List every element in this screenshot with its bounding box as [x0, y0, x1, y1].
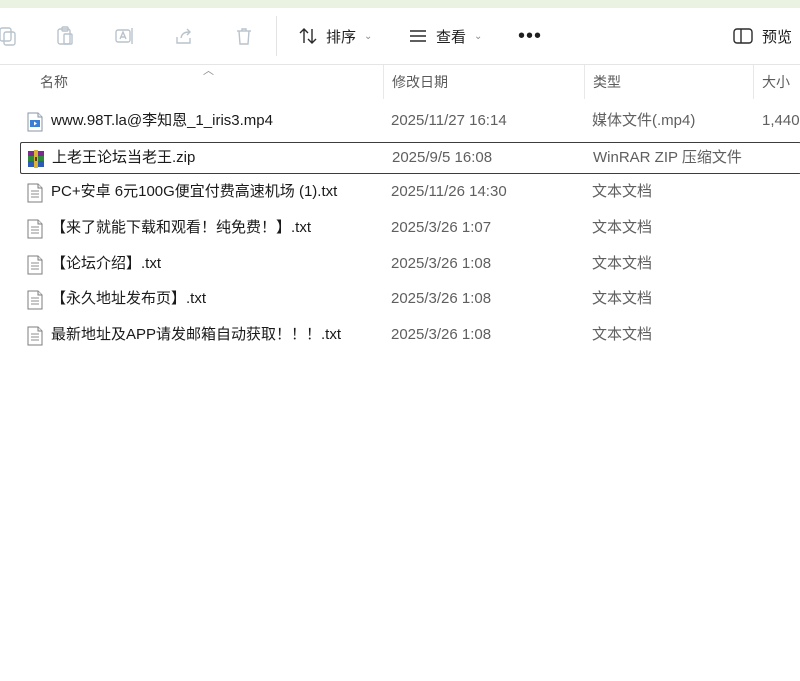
chevron-down-icon: ⌄ [364, 30, 373, 42]
file-date: 2025/3/26 1:08 [391, 255, 492, 272]
text-file-icon [27, 219, 43, 239]
more-options-button[interactable]: ••• [518, 20, 542, 52]
text-file-icon [27, 183, 43, 203]
file-row[interactable]: 【论坛介绍】.txt 2025/3/26 1:08 文本文档 [20, 247, 800, 281]
view-button[interactable]: 查看 ⌄ [408, 20, 482, 52]
column-resize-handle[interactable] [753, 65, 754, 99]
file-type: 媒体文件(.mp4) [592, 112, 696, 129]
text-file-icon [27, 326, 43, 346]
column-header-name[interactable]: 名称 [40, 65, 68, 99]
delete-icon[interactable] [231, 22, 257, 50]
file-row[interactable]: PC+安卓 6元100G便宜付费高速机场 (1).txt 2025/11/26 … [20, 175, 800, 209]
text-file-icon [27, 255, 43, 275]
preview-label: 预览 [762, 28, 793, 46]
file-type: 文本文档 [592, 255, 653, 272]
file-row[interactable]: 最新地址及APP请发邮箱自动获取！！！.txt 2025/3/26 1:08 文… [20, 318, 800, 352]
file-name: www.98T.la@李知恩_1_iris3.mp4 [51, 112, 273, 129]
file-date: 2025/3/26 1:07 [391, 219, 492, 236]
file-row[interactable]: 【来了就能下载和观看！纯免费！】.txt 2025/3/26 1:07 文本文档 [20, 211, 800, 245]
text-file-icon [27, 290, 43, 310]
view-list-icon [410, 30, 426, 42]
preview-pane-button[interactable]: 预览 [732, 20, 792, 52]
share-icon[interactable] [171, 22, 197, 50]
column-header-date[interactable]: 修改日期 [392, 65, 448, 99]
paste-icon[interactable] [52, 22, 78, 50]
sort-ascending-icon: ︿ [203, 65, 214, 77]
column-header-bar: ︿ 名称 修改日期 类型 大小 [0, 65, 800, 99]
file-row[interactable]: www.98T.la@李知恩_1_iris3.mp4 2025/11/27 16… [20, 104, 800, 138]
sort-button[interactable]: 排序 ⌄ [298, 20, 372, 52]
column-resize-handle[interactable] [383, 65, 384, 99]
command-bar: 排序 ⌄ 查看 ⌄ ••• 预览 [0, 8, 800, 65]
file-date: 2025/3/26 1:08 [391, 326, 492, 343]
file-name: 【永久地址发布页】.txt [51, 290, 207, 307]
sort-label: 排序 [326, 28, 357, 46]
rename-icon[interactable] [111, 22, 137, 50]
chevron-down-icon: ⌄ [474, 30, 483, 42]
file-name: 【来了就能下载和观看！纯免费！】.txt [51, 219, 312, 236]
file-name: PC+安卓 6元100G便宜付费高速机场 (1).txt [51, 183, 338, 200]
file-name: 最新地址及APP请发邮箱自动获取！！！.txt [51, 326, 342, 343]
file-type: 文本文档 [592, 326, 653, 343]
window-top-edge [0, 0, 800, 8]
sort-icon [299, 28, 317, 44]
copy-icon[interactable] [0, 22, 20, 50]
file-row[interactable]: 【永久地址发布页】.txt 2025/3/26 1:08 文本文档 [20, 282, 800, 316]
file-date: 2025/11/26 14:30 [391, 183, 507, 200]
more-icon: ••• [518, 24, 543, 47]
preview-pane-icon [733, 28, 753, 44]
file-type: 文本文档 [592, 219, 653, 236]
file-date: 2025/9/5 16:08 [392, 149, 493, 166]
file-type: 文本文档 [592, 183, 653, 200]
file-row-selected[interactable]: 上老王论坛当老王.zip 2025/9/5 16:08 WinRAR ZIP 压… [20, 142, 800, 174]
column-header-size[interactable]: 大小 [762, 65, 790, 99]
file-date: 2025/3/26 1:08 [391, 290, 492, 307]
toolbar-separator [276, 16, 277, 56]
file-name: 上老王论坛当老王.zip [52, 149, 196, 166]
file-date: 2025/11/27 16:14 [391, 112, 507, 129]
video-file-icon [27, 112, 43, 132]
winrar-archive-icon [28, 150, 44, 168]
file-type: 文本文档 [592, 290, 653, 307]
column-header-type[interactable]: 类型 [593, 65, 621, 99]
file-type: WinRAR ZIP 压缩文件 [593, 149, 742, 166]
file-size: 1,440 [762, 112, 800, 129]
view-label: 查看 [436, 28, 467, 46]
column-resize-handle[interactable] [584, 65, 585, 99]
file-name: 【论坛介绍】.txt [51, 255, 162, 272]
